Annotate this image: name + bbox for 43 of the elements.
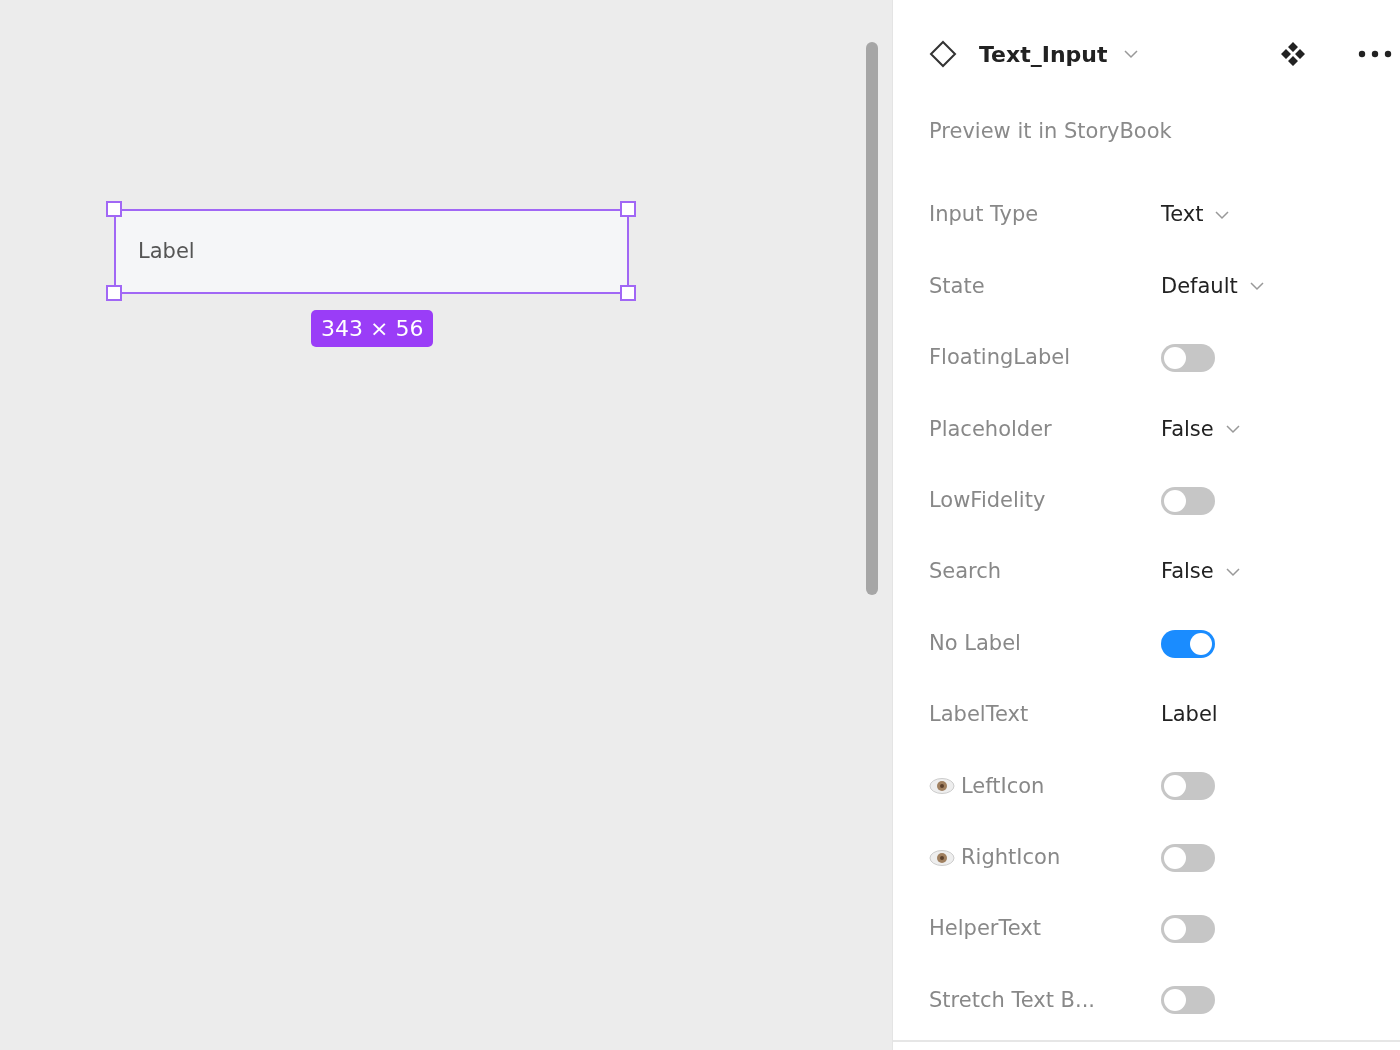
- toggle-switch[interactable]: [1161, 915, 1215, 944]
- chevron-down-icon: [1225, 567, 1240, 577]
- size-badge: 343 × 56: [311, 310, 434, 347]
- resize-handle[interactable]: [620, 201, 636, 217]
- property-dropdown[interactable]: Text: [1161, 199, 1204, 231]
- component-title[interactable]: Text_Input: [979, 37, 1108, 71]
- property-label: FloatingLabel: [929, 344, 1070, 372]
- property-label: Placeholder: [929, 415, 1052, 443]
- toggle-switch[interactable]: [1161, 986, 1215, 1015]
- resize-handle[interactable]: [620, 285, 636, 301]
- toggle-switch[interactable]: [1161, 343, 1215, 372]
- chevron-down-icon: [1225, 424, 1240, 434]
- resize-handle[interactable]: [106, 285, 122, 301]
- property-label: Search: [929, 558, 1002, 586]
- chevron-down-icon: [1123, 49, 1138, 59]
- property-dropdown[interactable]: False: [1161, 413, 1214, 446]
- toggle-switch[interactable]: [1161, 629, 1215, 658]
- property-dropdown[interactable]: Default: [1161, 270, 1238, 303]
- text-input-component[interactable]: Label: [114, 209, 629, 294]
- property-label: LeftIcon: [961, 772, 1045, 800]
- property-label: Stretch Text B...: [929, 986, 1095, 1014]
- component-set-icon[interactable]: [1280, 41, 1306, 67]
- property-value[interactable]: Label: [1161, 699, 1218, 731]
- property-dropdown[interactable]: False: [1161, 556, 1214, 588]
- property-label: LabelText: [929, 701, 1029, 729]
- input-label: Label: [138, 237, 195, 265]
- eye-icon[interactable]: [929, 777, 955, 796]
- property-label: Input Type: [929, 201, 1039, 229]
- toggle-switch[interactable]: [1161, 772, 1215, 801]
- property-label: RightIcon: [961, 843, 1061, 871]
- toggle-switch[interactable]: [1161, 486, 1215, 515]
- property-label: HelperText: [929, 915, 1041, 943]
- toggle-switch[interactable]: [1161, 843, 1215, 872]
- scrollbar[interactable]: [866, 42, 878, 595]
- property-label: LowFidelity: [929, 487, 1046, 514]
- chevron-down-icon: [1249, 282, 1264, 292]
- eye-icon[interactable]: [929, 848, 955, 867]
- more-options-icon[interactable]: [1358, 50, 1392, 58]
- property-label: State: [929, 272, 985, 300]
- property-label: No Label: [929, 629, 1021, 657]
- resize-handle[interactable]: [106, 201, 122, 217]
- chevron-down-icon: [1215, 210, 1230, 220]
- component-icon: [929, 40, 957, 68]
